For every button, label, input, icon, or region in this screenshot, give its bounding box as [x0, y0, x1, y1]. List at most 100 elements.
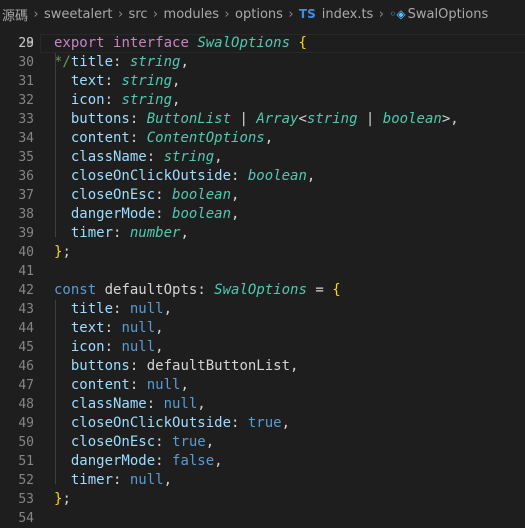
line-number: 29: [18, 36, 34, 51]
line-number: 47: [18, 378, 34, 393]
token-punctuation: [54, 92, 71, 108]
token-property-name: className: [70, 149, 147, 165]
line-number: 39: [18, 226, 34, 241]
token-punctuation: ,: [306, 168, 316, 184]
token-type-name: Array: [256, 111, 299, 127]
token-type-name: boolean: [172, 187, 232, 203]
line-number: 38: [18, 207, 34, 222]
code-text: icon: null,: [54, 338, 164, 357]
code-line[interactable]: 46 buttons: defaultButtonList,: [0, 357, 525, 376]
code-line[interactable]: 37 closeOnEsc: boolean,: [0, 186, 525, 205]
line-number: 32: [18, 93, 34, 108]
code-line[interactable]: 39 timer: number,: [0, 224, 525, 243]
token-property-name: dangerMode: [70, 453, 156, 469]
token-punctuation: [54, 472, 71, 488]
token-punctuation: :: [113, 225, 130, 241]
line-number: 46: [18, 359, 34, 374]
line-number: 44: [18, 321, 34, 336]
code-text: dangerMode: boolean,: [54, 205, 240, 224]
token-punctuation: [54, 130, 71, 146]
token-property-name: closeOnClickOutside: [70, 415, 232, 431]
code-line[interactable]: 42 const defaultOpts: SwalOptions = {: [0, 281, 525, 300]
code-line[interactable]: 51 dangerMode: false,: [0, 452, 525, 471]
code-line[interactable]: 52 timer: null,: [0, 471, 525, 490]
token-punctuation: ,: [163, 472, 173, 488]
token-punctuation: ,: [214, 453, 223, 469]
code-line[interactable]: 45 icon: null,: [0, 338, 525, 357]
token-punctuation: =: [306, 282, 333, 298]
token-punctuation: [96, 282, 104, 298]
code-line[interactable]: 32 icon: string,: [0, 91, 525, 110]
code-line[interactable]: 44 text: null,: [0, 319, 525, 338]
code-line[interactable]: 40};: [0, 243, 525, 262]
code-line[interactable]: 53};: [0, 490, 525, 509]
token-punctuation: [54, 358, 71, 374]
line-number: 35: [18, 150, 34, 165]
line-number: 53: [18, 492, 34, 507]
token-punctuation: >,: [441, 111, 459, 127]
code-line[interactable]: 30 title: string,: [0, 53, 525, 72]
code-text: export interface SwalOptions {: [54, 34, 307, 53]
token-punctuation: |: [357, 111, 383, 127]
code-line[interactable]: 47 content: null,: [0, 376, 525, 395]
token-punctuation: ,: [172, 92, 181, 108]
code-line[interactable]: 50 closeOnEsc: true,: [0, 433, 525, 452]
code-line[interactable]: 34 content: ContentOptions,: [0, 129, 525, 148]
code-line[interactable]: 29 export interface SwalOptions {: [0, 34, 525, 53]
token-punctuation: [54, 168, 71, 184]
code-text: };: [54, 490, 71, 509]
line-number: 50: [18, 435, 34, 450]
code-line[interactable]: 49 closeOnClickOutside: true,: [0, 414, 525, 433]
token-punctuation: [54, 225, 71, 241]
token-literal: null: [129, 301, 164, 317]
token-type-name: string: [121, 92, 173, 108]
token-punctuation: :: [104, 339, 122, 355]
token-punctuation: :: [113, 472, 130, 488]
code-line[interactable]: 31 text: string,: [0, 72, 525, 91]
code-text: closeOnEsc: boolean,: [54, 186, 240, 205]
token-property-name: icon: [70, 339, 105, 355]
token-punctuation: ;: [62, 244, 71, 260]
token-punctuation: ,: [180, 377, 189, 393]
token-keyword: export: [54, 35, 105, 51]
token-punctuation: [54, 301, 71, 317]
code-line[interactable]: 36 closeOnClickOutside: boolean,: [0, 167, 525, 186]
token-punctuation: [54, 54, 71, 70]
token-type-name: string: [306, 111, 358, 127]
code-line[interactable]: 28 */: [0, 15, 525, 70]
line-number: 41: [18, 264, 34, 279]
code-line[interactable]: 43 title: null,: [0, 300, 525, 319]
code-line[interactable]: 41: [0, 262, 525, 281]
code-editor[interactable]: 28 */ 29 export interface SwalOptions {30…: [0, 28, 525, 526]
token-punctuation: [54, 434, 71, 450]
token-punctuation: ,: [231, 187, 240, 203]
code-text: timer: null,: [54, 471, 172, 490]
token-punctuation: :: [113, 54, 130, 70]
code-line[interactable]: 38 dangerMode: boolean,: [0, 205, 525, 224]
token-punctuation: :: [104, 92, 122, 108]
token-punctuation: [54, 396, 71, 412]
token-punctuation: :: [129, 111, 147, 127]
token-punctuation: ,: [197, 396, 206, 412]
code-text: closeOnClickOutside: true,: [54, 414, 290, 433]
code-text: timer: number,: [54, 224, 189, 243]
token-punctuation: :: [104, 320, 122, 336]
token-punctuation: [54, 206, 71, 222]
token-property-name: buttons: [70, 358, 130, 374]
token-type-name: boolean: [382, 111, 442, 127]
code-line[interactable]: 33 buttons: ButtonList | Array<string | …: [0, 110, 525, 129]
token-type-name: SwalOptions: [197, 35, 291, 51]
token-punctuation: ,: [155, 320, 164, 336]
token-punctuation: [54, 377, 71, 393]
line-number: 51: [18, 454, 34, 469]
code-line[interactable]: 48 className: null,: [0, 395, 525, 414]
token-punctuation: [105, 35, 113, 51]
code-line[interactable]: 35 className: string,: [0, 148, 525, 167]
line-number: 37: [18, 188, 34, 203]
token-property-name: title: [70, 301, 114, 317]
token-punctuation: :: [129, 130, 147, 146]
token-punctuation: ;: [62, 491, 71, 507]
token-punctuation: ,: [214, 149, 223, 165]
code-text: icon: string,: [54, 91, 181, 110]
code-line[interactable]: 54: [0, 509, 525, 528]
